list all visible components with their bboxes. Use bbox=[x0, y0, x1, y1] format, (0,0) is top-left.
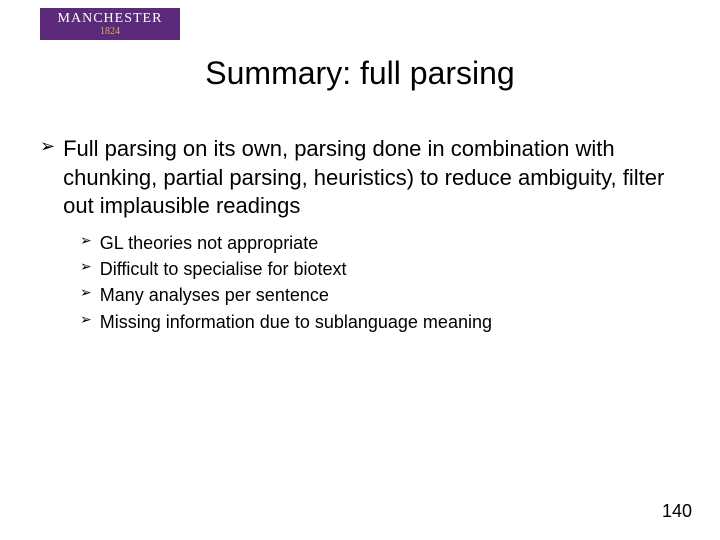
sub-bullet-text: GL theories not appropriate bbox=[100, 231, 318, 255]
main-bullet-row: ➢ Full parsing on its own, parsing done … bbox=[40, 135, 680, 221]
sub-bullet-text: Many analyses per sentence bbox=[100, 283, 329, 307]
bullet-arrow-icon: ➢ bbox=[80, 257, 92, 277]
page-number: 140 bbox=[662, 501, 692, 522]
slide-body: ➢ Full parsing on its own, parsing done … bbox=[40, 135, 680, 336]
university-logo: MANCHESTER 1824 bbox=[40, 8, 180, 40]
sub-bullet-row: ➢ Difficult to specialise for biotext bbox=[80, 257, 680, 281]
main-bullet-text: Full parsing on its own, parsing done in… bbox=[63, 135, 680, 221]
sub-bullet-row: ➢ Many analyses per sentence bbox=[80, 283, 680, 307]
sub-bullet-row: ➢ GL theories not appropriate bbox=[80, 231, 680, 255]
logo-name: MANCHESTER bbox=[40, 8, 180, 26]
sub-bullet-text: Difficult to specialise for biotext bbox=[100, 257, 347, 281]
bullet-arrow-icon: ➢ bbox=[80, 283, 92, 303]
sub-bullet-list: ➢ GL theories not appropriate ➢ Difficul… bbox=[80, 231, 680, 334]
bullet-arrow-icon: ➢ bbox=[80, 231, 92, 251]
slide-title: Summary: full parsing bbox=[0, 55, 720, 92]
sub-bullet-row: ➢ Missing information due to sublanguage… bbox=[80, 310, 680, 334]
bullet-arrow-icon: ➢ bbox=[80, 310, 92, 330]
logo-year: 1824 bbox=[40, 26, 180, 40]
bullet-arrow-icon: ➢ bbox=[40, 135, 55, 158]
sub-bullet-text: Missing information due to sublanguage m… bbox=[100, 310, 492, 334]
